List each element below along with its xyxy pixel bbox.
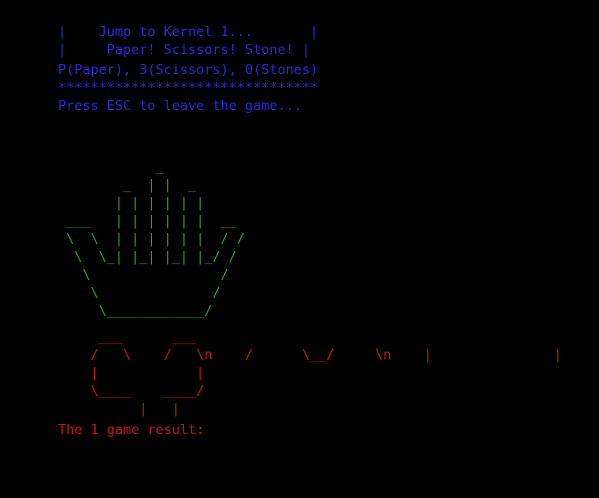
- computer-art-line: | |: [58, 365, 205, 381]
- header-separator: ********************************: [58, 80, 319, 96]
- escape-instruction: Press ESC to leave the game...: [58, 98, 302, 114]
- player-art-line: \ \_| |_| |_| |_/ /: [58, 249, 237, 265]
- player-art-line: _ | | _: [58, 177, 197, 193]
- player-art-line: _: [58, 159, 164, 175]
- player-art-line: \____________/: [58, 303, 213, 319]
- computer-art-line: / \ / \n / \__/ \n | |: [58, 347, 562, 363]
- header-controls-line: P(Paper), 3(Scissors), 0(Stones): [58, 62, 319, 78]
- player-art-line: \ \ | | | | | | / /: [58, 231, 245, 247]
- game-result-label: The 1 game result:: [58, 422, 205, 438]
- player-art-line: \ /: [58, 267, 229, 283]
- computer-art-line: \____ ____/: [58, 383, 205, 399]
- computer-art-line: ___ ___: [58, 329, 197, 345]
- player-art-line: | | | | | |: [58, 195, 205, 211]
- player-art-line: ___ | | | | | | __: [58, 213, 237, 229]
- computer-art-line: | |: [58, 401, 180, 417]
- console-screen: | Jump to Kernel 1... | | Paper! Scissor…: [0, 0, 599, 498]
- header-title-line: | Jump to Kernel 1... |: [58, 24, 319, 40]
- header-subtitle-line: | Paper! Scissors! Stone! |: [58, 42, 310, 58]
- player-art-line: \ /: [58, 285, 221, 301]
